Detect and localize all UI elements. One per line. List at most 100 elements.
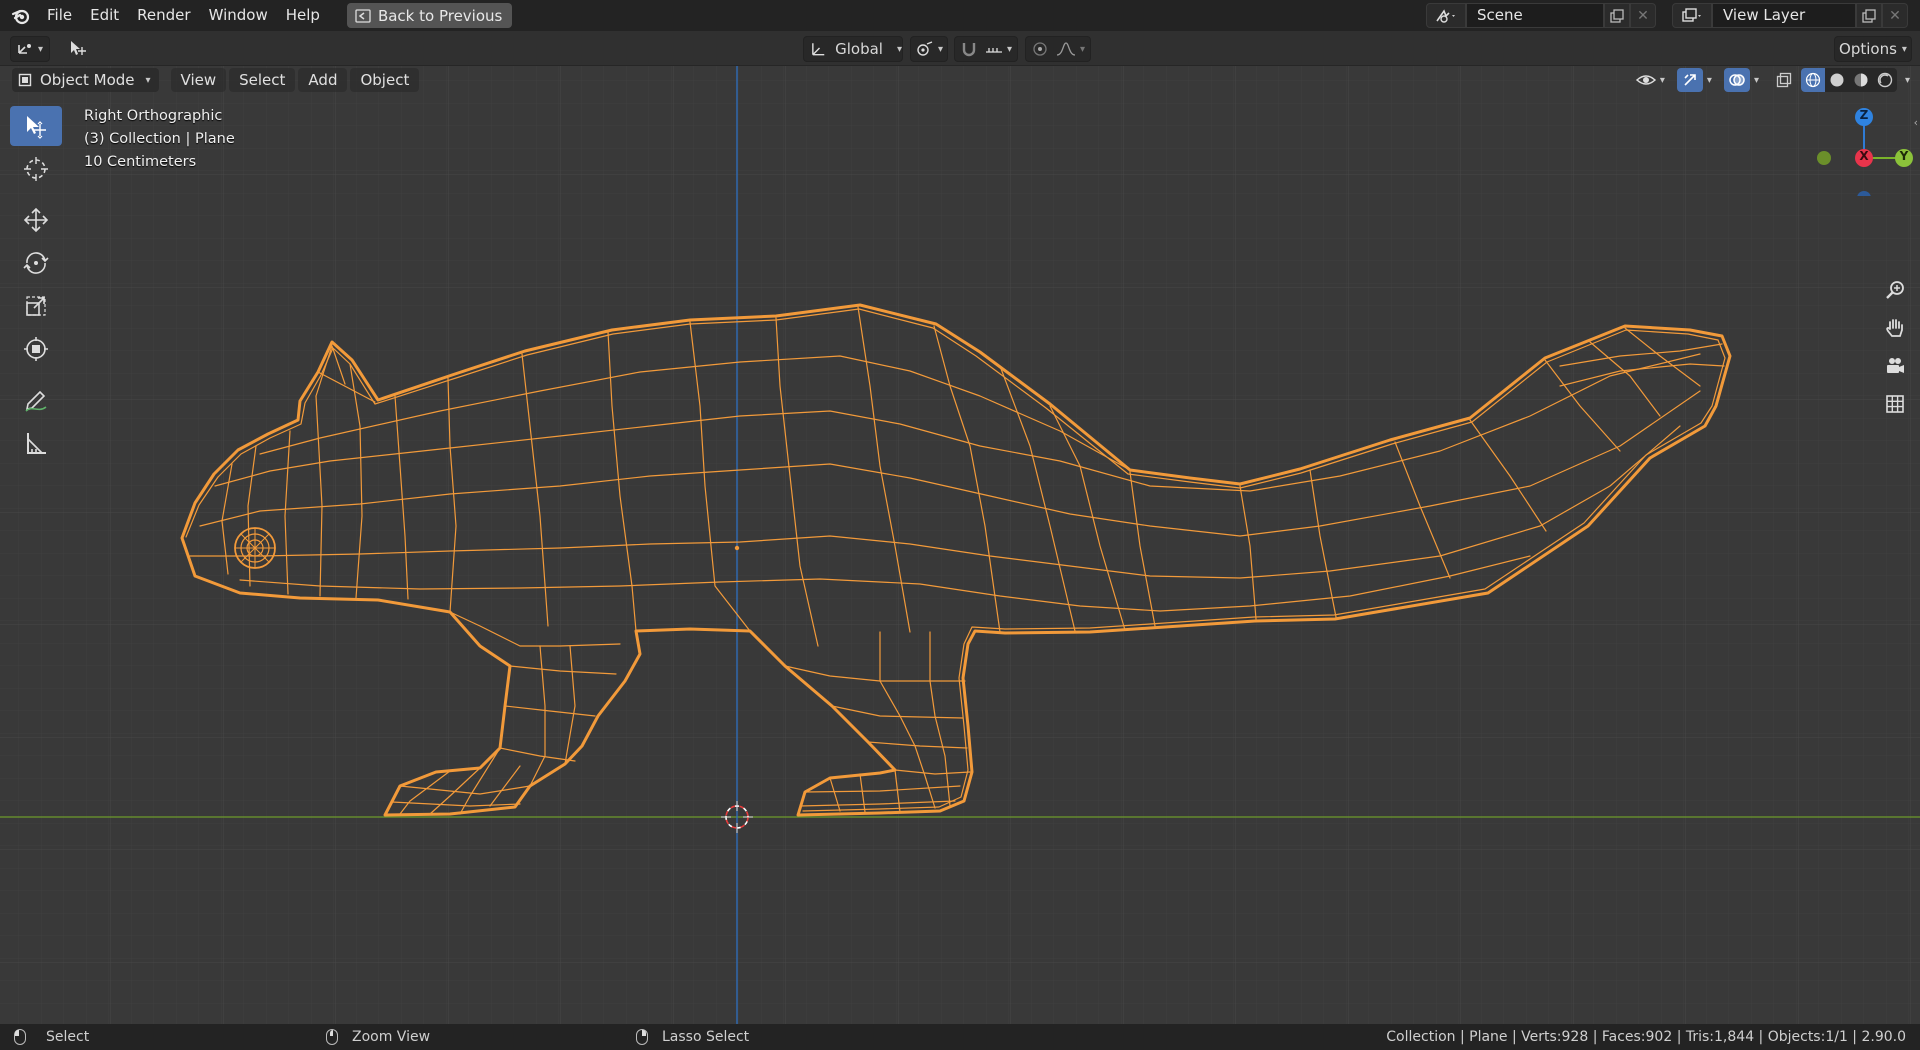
proportional-editing[interactable]: ▾ xyxy=(1025,36,1091,62)
viewport-header: Object Mode ▾ View Select Add Object ▾ ▾ xyxy=(0,66,1920,94)
sidebar-toggle-icon[interactable]: ‹ xyxy=(1914,116,1918,129)
3d-viewport[interactable]: Object Mode ▾ View Select Add Object ▾ ▾ xyxy=(0,66,1920,1024)
move-tool[interactable] xyxy=(10,200,62,240)
viewport-menu-object[interactable]: Object xyxy=(350,68,420,92)
camera-view-button[interactable] xyxy=(1881,352,1909,380)
view-layer-browse-button[interactable] xyxy=(1672,3,1712,28)
status-bar: Select Zoom View Lasso Select Collection… xyxy=(0,1024,1920,1050)
visibility-dropdown[interactable]: ▾ xyxy=(1635,68,1673,92)
pivot-point-icon xyxy=(917,41,933,56)
transform-orientation-value: Global xyxy=(835,40,883,58)
status-lasso-hint: Lasso Select xyxy=(636,1024,749,1050)
mouse-middle-icon xyxy=(326,1029,338,1045)
menu-render[interactable]: Render xyxy=(128,0,199,31)
transform-tool[interactable] xyxy=(10,329,62,369)
editor-type-button[interactable]: ▾ xyxy=(10,36,50,62)
object-origin xyxy=(734,545,740,551)
toggle-perspective-button[interactable] xyxy=(1881,390,1909,418)
pencil-annotate-icon xyxy=(25,390,47,412)
status-lasso-label: Lasso Select xyxy=(662,1029,750,1045)
delete-view-layer-button[interactable]: ✕ xyxy=(1882,3,1908,28)
hand-pan-icon xyxy=(1886,319,1903,337)
top-menu-bar: File Edit Render Window Help Back to Pre… xyxy=(0,0,1920,31)
view-layer-selector: View Layer ✕ xyxy=(1672,3,1908,28)
snap-increment-icon[interactable] xyxy=(984,40,1004,58)
ortho-grid-icon xyxy=(1886,395,1904,413)
status-select-label: Select xyxy=(46,1029,90,1045)
delete-scene-button[interactable]: ✕ xyxy=(1630,3,1656,28)
scene-statistics: Collection | Plane | Verts:928 | Faces:9… xyxy=(1386,1029,1906,1045)
grid-scale-text: 10 Centimeters xyxy=(84,154,197,170)
view-layer-icon xyxy=(1682,7,1701,22)
new-scene-button[interactable] xyxy=(1604,3,1630,28)
camera-icon xyxy=(1887,358,1904,373)
scene-browse-button[interactable] xyxy=(1426,3,1466,28)
zoom-magnifier-icon xyxy=(1886,281,1904,299)
menu-help[interactable]: Help xyxy=(277,0,329,31)
gizmo-toggle[interactable]: ▾ xyxy=(1676,68,1720,92)
zoom-view-button[interactable] xyxy=(1881,276,1909,304)
crosshair-cursor-icon xyxy=(24,157,48,181)
duplicate-icon xyxy=(1862,8,1876,23)
cursor-tool[interactable] xyxy=(10,149,62,189)
object-mode-dropdown[interactable]: Object Mode ▾ xyxy=(12,68,159,92)
object-mode-label: Object Mode xyxy=(40,71,135,89)
snap-settings[interactable]: ▾ xyxy=(954,36,1018,62)
viewport-menu-view[interactable]: View xyxy=(170,68,227,92)
view-layer-name-field[interactable]: View Layer xyxy=(1712,3,1856,28)
gizmo-z-label: Z xyxy=(1859,108,1869,122)
viewport-menu-select[interactable]: Select xyxy=(229,68,296,92)
duplicate-icon xyxy=(1610,8,1624,23)
select-box-tool[interactable] xyxy=(10,106,62,146)
overlays-icon[interactable] xyxy=(1723,68,1750,92)
back-to-previous-label: Back to Previous xyxy=(377,6,503,25)
gizmo-neg-y-axis xyxy=(1817,151,1831,165)
status-select-hint: Select xyxy=(14,1024,89,1050)
rotate-tool[interactable] xyxy=(10,243,62,283)
rotate-icon xyxy=(23,252,49,274)
close-icon: ✕ xyxy=(1637,7,1649,24)
gizmo-x-label: X xyxy=(1859,149,1869,163)
new-view-layer-button[interactable] xyxy=(1856,3,1882,28)
scene-icon xyxy=(1436,8,1455,23)
transform-icon xyxy=(24,337,48,361)
proportional-editing-icon[interactable] xyxy=(1031,40,1049,58)
move-arrows-icon xyxy=(23,207,49,233)
tool-move-header-button[interactable] xyxy=(62,36,94,62)
viewport-grid xyxy=(0,66,1920,1024)
gizmo-icon[interactable] xyxy=(1676,68,1703,92)
falloff-curve-icon[interactable] xyxy=(1055,40,1077,58)
status-zoom-hint: Zoom View xyxy=(326,1024,430,1050)
scale-icon xyxy=(26,296,46,316)
pivot-point-dropdown[interactable]: ▾ xyxy=(910,36,948,62)
gizmo-neg-z-axis xyxy=(1857,191,1871,196)
tool-settings-header: ▾ Global ▾ ▾ ▾ ▾ Options ▾ xyxy=(0,31,1920,66)
navigation-gizmo[interactable]: Z X Y xyxy=(1800,86,1920,413)
collection-info-text: (3) Collection | Plane xyxy=(84,131,235,147)
snap-magnet-icon[interactable] xyxy=(960,40,978,58)
blender-logo-icon[interactable] xyxy=(10,5,32,27)
options-dropdown[interactable]: Options ▾ xyxy=(1834,36,1912,62)
menu-edit[interactable]: Edit xyxy=(81,0,128,31)
scale-tool[interactable] xyxy=(10,286,62,326)
measure-tool[interactable] xyxy=(10,423,62,463)
menu-window[interactable]: Window xyxy=(200,0,277,31)
menu-file[interactable]: File xyxy=(38,0,81,31)
annotate-tool[interactable] xyxy=(10,380,62,420)
back-to-previous-button[interactable]: Back to Previous xyxy=(346,3,513,28)
transform-orientation-dropdown[interactable]: Global ▾ xyxy=(803,36,903,62)
pan-view-button[interactable] xyxy=(1881,314,1909,342)
ruler-measure-icon xyxy=(27,433,46,454)
object-mode-icon xyxy=(18,73,32,87)
viewport-menu-add[interactable]: Add xyxy=(298,68,348,92)
xray-toggle[interactable] xyxy=(1771,68,1797,92)
tool-shelf xyxy=(10,106,62,466)
xray-icon xyxy=(1776,72,1792,88)
mouse-left-icon xyxy=(14,1029,26,1045)
scene-name-field[interactable]: Scene xyxy=(1466,3,1604,28)
shading-options-dropdown[interactable]: ▾ xyxy=(1905,75,1910,86)
orientation-axes-icon xyxy=(812,43,825,56)
gizmo-y-label: Y xyxy=(1899,149,1909,163)
overlays-toggle[interactable]: ▾ xyxy=(1723,68,1767,92)
mouse-right-icon xyxy=(636,1029,648,1045)
